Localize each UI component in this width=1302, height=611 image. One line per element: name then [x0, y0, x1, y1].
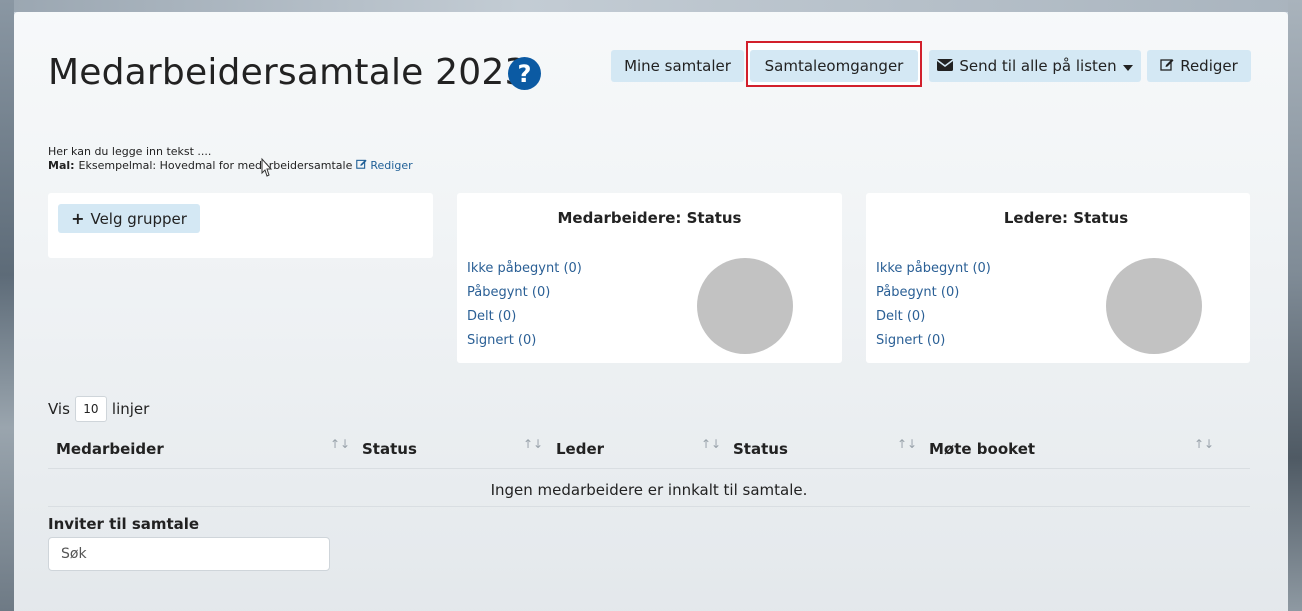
sort-icon[interactable]: ↑↓ — [330, 437, 350, 451]
column-header-leder[interactable]: Leder — [556, 440, 604, 458]
background-mountain-right — [1288, 0, 1302, 611]
sort-icon[interactable]: ↑↓ — [1194, 437, 1214, 451]
legend-item[interactable]: Påbegynt (0) — [876, 285, 959, 300]
envelope-icon — [936, 57, 954, 75]
medarbeidere-status-title: Medarbeidere: Status — [557, 209, 742, 227]
rediger-button[interactable]: Rediger — [1147, 50, 1251, 82]
send-til-alle-label: Send til alle på listen — [959, 57, 1117, 75]
medarbeidere-pie-chart — [697, 258, 793, 354]
legend-item[interactable]: Ikke påbegynt (0) — [467, 261, 582, 276]
sort-icon[interactable]: ↑↓ — [701, 437, 721, 451]
table-empty-message: Ingen medarbeidere er innkalt til samtal… — [490, 481, 808, 499]
background-mountain-top — [0, 0, 1302, 12]
legend-item[interactable]: Signert (0) — [876, 333, 945, 348]
column-header-medarbeider[interactable]: Medarbeider — [56, 440, 164, 458]
legend-item[interactable]: Delt (0) — [876, 309, 925, 324]
legend-item[interactable]: Signert (0) — [467, 333, 536, 348]
sort-icon[interactable]: ↑↓ — [523, 437, 543, 451]
search-input[interactable]: Søk — [48, 537, 330, 571]
background-mountain-left — [0, 0, 14, 611]
mouse-cursor-icon — [261, 157, 273, 177]
caret-down-icon — [1122, 57, 1133, 75]
legend-item[interactable]: Påbegynt (0) — [467, 285, 550, 300]
mine-samtaler-button[interactable]: Mine samtaler — [611, 50, 744, 82]
edit-icon — [1160, 57, 1174, 75]
page-title: Medarbeidersamtale 2023 — [48, 52, 528, 93]
rows-per-page-select[interactable]: 10 — [74, 396, 107, 422]
legend-item[interactable]: Delt (0) — [467, 309, 516, 324]
template-value: Eksempelmal: Hovedmal for medarbeidersam… — [78, 158, 353, 172]
sort-icon[interactable]: ↑↓ — [897, 437, 917, 451]
ledere-pie-chart — [1106, 258, 1202, 354]
edit-icon — [356, 158, 367, 172]
plus-icon: + — [71, 209, 85, 228]
edit-template-link[interactable]: Rediger — [356, 158, 413, 172]
column-header-leder-status[interactable]: Status — [733, 440, 788, 458]
velg-grupper-button[interactable]: + Velg grupper — [58, 204, 200, 233]
column-header-status[interactable]: Status — [362, 440, 417, 458]
invite-label: Inviter til samtale — [48, 515, 200, 533]
rediger-label: Rediger — [1180, 57, 1238, 75]
question-circle-icon[interactable]: ? — [508, 57, 541, 90]
linjer-label: linjer — [111, 400, 150, 418]
send-til-alle-button[interactable]: Send til alle på listen — [929, 50, 1141, 82]
template-label: Mal: — [48, 158, 75, 172]
template-line: Mal: Eksempelmal: Hovedmal for medarbeid… — [48, 158, 413, 172]
ledere-status-title: Ledere: Status — [1003, 209, 1129, 227]
table-length-control: Vis 10 linjer — [48, 396, 149, 422]
table-header-divider — [48, 468, 1250, 469]
table-bottom-divider — [48, 506, 1250, 507]
legend-item[interactable]: Ikke påbegynt (0) — [876, 261, 991, 276]
intro-text: Her kan du legge inn tekst .... — [48, 145, 212, 158]
vis-label: Vis — [48, 400, 70, 418]
samtaleomganger-button[interactable]: Samtaleomganger — [750, 50, 918, 82]
column-header-mote-booket[interactable]: Møte booket — [929, 440, 1035, 458]
